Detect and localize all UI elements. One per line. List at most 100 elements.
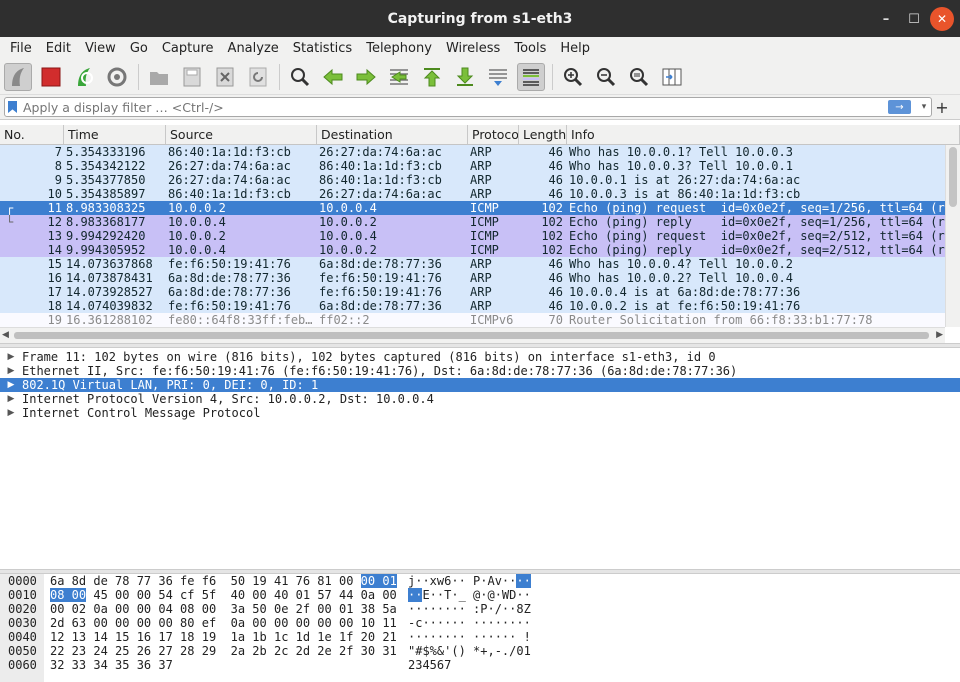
expand-arrow-icon[interactable]: ▶ [0, 364, 22, 378]
maximize-icon[interactable]: ☐ [902, 7, 926, 31]
packet-list-vscrollbar[interactable] [945, 145, 960, 327]
bytes-hex-highlight: 00 01 [360, 574, 397, 588]
menu-file[interactable]: File [3, 41, 39, 56]
bytes-ascii[interactable]: ········ :P·/··8Z [408, 602, 531, 616]
packet-no: 14 [47, 243, 62, 257]
open-file-icon[interactable] [145, 63, 173, 91]
bytes-ascii[interactable]: ··E··T·_ @·@·WD·· [408, 588, 531, 602]
bytes-hex-text: 22 23 24 25 26 27 28 29 2a 2b 2c 2d 2e 2… [50, 644, 397, 658]
packet-row[interactable]: 8 5.354342122 26:27:da:74:6a:ac 86:40:1a:1d… [0, 159, 945, 173]
menu-edit[interactable]: Edit [39, 41, 78, 56]
bytes-hex[interactable]: 2d 63 00 00 00 00 80 ef 0a 00 00 00 00 0… [50, 616, 397, 630]
zoom-in-icon[interactable] [559, 63, 587, 91]
column-header-info[interactable]: Info [567, 125, 960, 144]
packet-row[interactable]: ┌ 11 8.983308325 10.0.0.2 10.0.0.4 ICMP 102 Ech… [0, 201, 945, 215]
packet-source: 10.0.0.4 [168, 243, 226, 257]
packet-row[interactable]: 9 5.354377850 26:27:da:74:6a:ac 86:40:1a:1d… [0, 173, 945, 187]
column-header-length[interactable]: Length [519, 125, 567, 144]
packet-row[interactable]: 10 5.354385897 86:40:1a:1d:f3:cb 26:27:da:7… [0, 187, 945, 201]
scroll-right-icon[interactable]: ▶ [936, 330, 943, 340]
column-header-no[interactable]: No. [0, 125, 64, 144]
detail-tree-item[interactable]: ▶ Internet Control Message Protocol [0, 406, 960, 420]
menu-telephony[interactable]: Telephony [359, 41, 439, 56]
packet-protocol: ARP [470, 173, 492, 187]
close-icon[interactable]: ✕ [930, 7, 954, 31]
scroll-left-icon[interactable]: ◀ [2, 330, 9, 340]
apply-filter-icon[interactable]: → [888, 100, 911, 114]
packet-row[interactable]: 19 16.361288102 fe80::64f8:33ff:feb… ff02::… [0, 313, 945, 327]
go-first-packet-icon[interactable] [418, 63, 446, 91]
packet-row[interactable]: 15 14.073637868 fe:f6:50:19:41:76 6a:8d:de:… [0, 257, 945, 271]
detail-tree-item[interactable]: ▶ Ethernet II, Src: fe:f6:50:19:41:76 (fe… [0, 364, 960, 378]
menu-go[interactable]: Go [123, 41, 155, 56]
go-to-packet-icon[interactable] [385, 63, 413, 91]
expand-arrow-icon[interactable]: ▶ [0, 378, 22, 392]
bytes-ascii[interactable]: -c······ ········ [408, 616, 531, 630]
bytes-ascii-text: E··T·_ @·@·WD·· [422, 588, 531, 602]
expand-arrow-icon[interactable]: ▶ [0, 406, 22, 420]
bytes-hex[interactable]: 08 00 45 00 00 54 cf 5f 40 00 40 01 57 4… [50, 588, 397, 602]
restart-capture-icon[interactable] [70, 63, 98, 91]
resize-columns-icon[interactable] [658, 63, 686, 91]
bytes-ascii[interactable]: "#$%&'() *+,-./01 [408, 644, 531, 658]
packet-protocol: ICMPv6 [470, 313, 514, 327]
bytes-ascii[interactable]: ········ ······ ! [408, 630, 531, 644]
reload-file-icon[interactable] [244, 63, 272, 91]
go-forward-icon[interactable] [352, 63, 380, 91]
detail-tree-item[interactable]: ▶ Internet Protocol Version 4, Src: 10.0.… [0, 392, 960, 406]
colorize-icon[interactable] [517, 62, 545, 91]
bytes-hex[interactable]: 00 02 0a 00 00 04 08 00 3a 50 0e 2f 00 0… [50, 602, 397, 616]
stop-capture-icon[interactable] [37, 63, 65, 91]
menu-capture[interactable]: Capture [155, 41, 221, 56]
go-last-packet-icon[interactable] [451, 63, 479, 91]
menu-statistics[interactable]: Statistics [286, 41, 359, 56]
detail-tree-item[interactable]: ▶ Frame 11: 102 bytes on wire (816 bits),… [0, 350, 960, 364]
packet-row[interactable]: 17 14.073928527 6a:8d:de:78:77:36 fe:f6:50:… [0, 285, 945, 299]
column-header-time[interactable]: Time [64, 125, 166, 144]
menu-wireless[interactable]: Wireless [439, 41, 507, 56]
detail-tree-item[interactable]: ▶ 802.1Q Virtual LAN, PRI: 0, DEI: 0, ID:… [0, 378, 960, 392]
packet-row[interactable]: 7 5.354333196 86:40:1a:1d:f3:cb 26:27:da:74… [0, 145, 945, 159]
bytes-ascii[interactable]: 234567 [408, 658, 451, 672]
menu-tools[interactable]: Tools [507, 41, 553, 56]
find-packet-icon[interactable] [286, 63, 314, 91]
menu-help[interactable]: Help [553, 41, 597, 56]
column-header-protocol[interactable]: Protocol [468, 125, 519, 144]
packet-length: 102 [541, 229, 563, 243]
packet-row[interactable]: └ 12 8.983368177 10.0.0.4 10.0.0.2 ICMP 102 Ech… [0, 215, 945, 229]
expand-arrow-icon[interactable]: ▶ [0, 392, 22, 406]
bytes-hex[interactable]: 6a 8d de 78 77 36 fe f6 50 19 41 76 81 0… [50, 574, 397, 588]
bytes-ascii[interactable]: j··xw6·· P·Av···· [408, 574, 531, 588]
normal-size-icon[interactable] [625, 63, 653, 91]
packet-row[interactable]: 13 9.994292420 10.0.0.2 10.0.0.4 ICMP 102 Echo… [0, 229, 945, 243]
bookmark-icon[interactable] [8, 101, 17, 113]
column-header-destination[interactable]: Destination [317, 125, 468, 144]
menu-view[interactable]: View [78, 41, 123, 56]
display-filter-input[interactable] [23, 99, 888, 115]
go-back-icon[interactable] [319, 63, 347, 91]
packet-source: 10.0.0.4 [168, 215, 226, 229]
auto-scroll-icon[interactable] [484, 63, 512, 91]
packet-row[interactable]: 14 9.994305952 10.0.0.4 10.0.0.2 ICMP 102 Echo… [0, 243, 945, 257]
close-file-icon[interactable] [211, 63, 239, 91]
packet-list-hscrollbar[interactable]: ◀ ▶ [0, 327, 945, 343]
minimize-icon[interactable]: – [874, 7, 898, 31]
packet-protocol: ICMP [470, 243, 499, 257]
bytes-hex[interactable]: 22 23 24 25 26 27 28 29 2a 2b 2c 2d 2e 2… [50, 644, 397, 658]
title-bar: Capturing from s1-eth3 – ☐ ✕ [0, 0, 960, 37]
packet-time: 14.073878431 [66, 271, 153, 285]
packet-row[interactable]: 18 14.074039832 fe:f6:50:19:41:76 6a:8d:de:… [0, 299, 945, 313]
zoom-out-icon[interactable] [592, 63, 620, 91]
start-capture-icon[interactable] [4, 62, 32, 91]
bytes-hex[interactable]: 12 13 14 15 16 17 18 19 1a 1b 1c 1d 1e 1… [50, 630, 397, 644]
packet-row[interactable]: 16 14.073878431 6a:8d:de:78:77:36 fe:f6:50:… [0, 271, 945, 285]
expand-arrow-icon[interactable]: ▶ [0, 350, 22, 364]
menu-analyze[interactable]: Analyze [221, 41, 286, 56]
save-file-icon[interactable] [178, 63, 206, 91]
chevron-down-icon[interactable]: ▾ [917, 102, 931, 112]
bytes-hex[interactable]: 32 33 34 35 36 37 [50, 658, 173, 672]
column-header-source[interactable]: Source [166, 125, 317, 144]
capture-options-icon[interactable] [103, 63, 131, 91]
add-filter-button-icon[interactable]: + [932, 98, 952, 117]
packet-destination: 10.0.0.2 [319, 215, 377, 229]
